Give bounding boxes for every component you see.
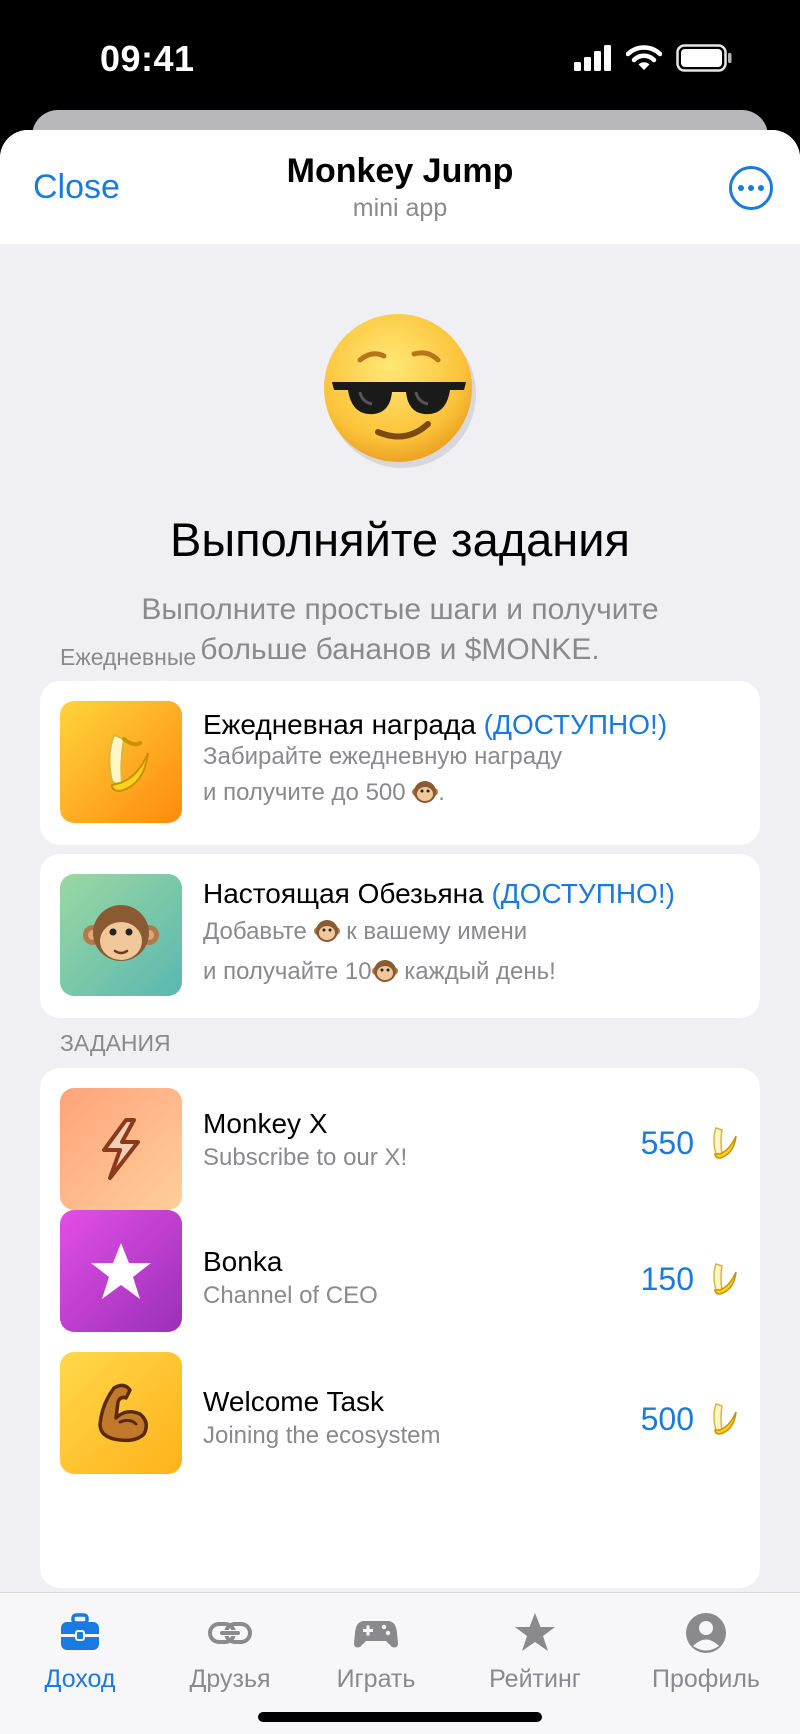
tab-label: Друзья — [189, 1665, 271, 1693]
sunglasses-face-icon — [324, 314, 476, 468]
status-bar: 09:41 — [0, 0, 800, 110]
gamepad-icon — [354, 1621, 398, 1648]
banana-icon — [713, 1263, 737, 1295]
real-monkey-title: Настоящая Обезьяна (ДОСТУПНО!) — [203, 878, 675, 909]
monkey-face-icon — [412, 781, 439, 803]
more-options-icon[interactable] — [729, 166, 773, 210]
tab-rating[interactable]: Рейтинг — [455, 1593, 615, 1713]
task-title: Monkey X — [203, 1108, 328, 1139]
status-time: 09:41 — [100, 38, 195, 79]
task-reward-value: 550 — [640, 1124, 694, 1161]
battery-icon — [676, 44, 732, 72]
tab-play[interactable]: Играть — [296, 1593, 456, 1713]
daily-reward-title: Ежедневная награда (ДОСТУПНО!) — [203, 709, 668, 740]
task-item-monkey-x[interactable]: Monkey X Subscribe to our X! 550 — [40, 1068, 760, 1210]
mini-app-header: Close Monkey Jump mini app — [0, 130, 800, 244]
flexed-arm-icon — [60, 1352, 182, 1474]
briefcase-icon — [61, 1613, 99, 1650]
monkey-face-icon — [60, 874, 182, 996]
daily-reward-card[interactable]: Ежедневная награда (ДОСТУПНО!) Забирайте… — [40, 681, 760, 845]
star-icon — [515, 1613, 555, 1651]
task-reward-value: 500 — [640, 1400, 694, 1437]
task-item-welcome[interactable]: Welcome Task Joining the ecosystem 500 — [40, 1352, 760, 1494]
banana-icon — [713, 1127, 737, 1159]
task-desc: Channel of CEO — [203, 1282, 378, 1309]
real-monkey-status: (ДОСТУПНО!) — [491, 878, 675, 909]
task-title: Bonka — [203, 1246, 283, 1277]
star-icon — [60, 1210, 182, 1332]
wifi-icon — [626, 45, 662, 70]
daily-section-label: Ежедневные — [60, 644, 197, 670]
tasks-card: Monkey X Subscribe to our X! 550 Bonka C… — [40, 1068, 760, 1588]
monkey-face-icon — [313, 920, 340, 942]
banana-icon — [713, 1403, 737, 1435]
app-subtitle: mini app — [352, 194, 448, 222]
tab-profile[interactable]: Профиль — [626, 1593, 786, 1713]
home-indicator — [258, 1712, 542, 1722]
app-title: Monkey Jump — [286, 152, 514, 190]
tab-label: Рейтинг — [489, 1665, 581, 1693]
cellular-signal-icon — [574, 45, 611, 71]
task-reward: 150 — [641, 1260, 740, 1298]
tab-label: Профиль — [652, 1665, 760, 1693]
banana-icon — [60, 701, 182, 823]
daily-reward-status: (ДОСТУПНО!) — [483, 709, 668, 740]
link-icon — [208, 1622, 252, 1644]
monkey-face-icon — [371, 960, 398, 982]
task-desc: Subscribe to our X! — [203, 1144, 408, 1171]
tab-label: Доход — [44, 1665, 116, 1693]
mini-app-sheet: Close Monkey Jump mini app Выполняйте за… — [0, 130, 800, 1734]
tasks-section-label: ЗАДАНИЯ — [60, 1030, 171, 1056]
tab-income[interactable]: Доход — [0, 1593, 160, 1713]
status-icons — [574, 44, 732, 72]
tab-label: Играть — [336, 1665, 416, 1693]
profile-icon — [686, 1613, 726, 1653]
task-reward-value: 150 — [640, 1260, 694, 1297]
task-reward: 550 — [641, 1124, 740, 1162]
daily-reward-desc-line1: Забирайте ежедневную награду — [203, 743, 563, 770]
task-desc: Joining the ecosystem — [203, 1422, 441, 1449]
bolt-icon — [60, 1088, 182, 1210]
tab-friends[interactable]: Друзья — [150, 1593, 310, 1713]
task-reward: 500 — [641, 1400, 740, 1438]
real-monkey-desc-line2: и получайте 10 каждый день! — [203, 958, 556, 985]
task-item-bonka[interactable]: Bonka Channel of CEO 150 — [40, 1210, 760, 1352]
real-monkey-desc-line1: Добавьте к вашему имени — [203, 918, 528, 945]
daily-reward-desc-line2: и получите до 500 . — [203, 779, 445, 806]
page-title: Выполняйте задания — [170, 513, 630, 566]
real-monkey-card[interactable]: Настоящая Обезьяна (ДОСТУПНО!) Добавьте … — [40, 854, 760, 1018]
task-title: Welcome Task — [203, 1386, 385, 1417]
